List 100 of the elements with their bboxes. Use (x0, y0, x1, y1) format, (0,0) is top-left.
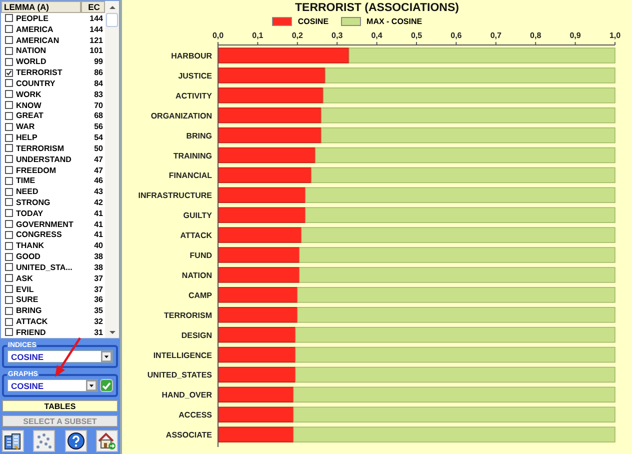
ec-count: 84 (93, 78, 104, 88)
lemma-label: UNITED_STA... (16, 262, 74, 272)
lemma-label: WAR (16, 122, 36, 132)
checkbox[interactable] (5, 306, 13, 315)
checkbox[interactable] (5, 220, 13, 228)
lemma-label: THANK (16, 241, 45, 250)
help-icon (66, 432, 85, 450)
ec-count: 40 (93, 241, 104, 250)
dropdown-arrow-icon[interactable] (101, 351, 112, 362)
lemma-label: HELP (16, 133, 38, 142)
scatter-button[interactable] (33, 430, 56, 452)
checkbox[interactable] (5, 79, 13, 88)
checkbox[interactable] (5, 46, 13, 55)
checkbox[interactable] (5, 14, 13, 22)
checkbox[interactable] (5, 122, 13, 131)
checkbox[interactable] (5, 242, 13, 250)
axis-tick-label: 0,0 (212, 31, 224, 40)
column-header[interactable]: LEMMA (A) (1, 1, 81, 13)
category-label: ASSOCIATE (166, 430, 212, 440)
ec-count: 144 (88, 14, 104, 23)
ec-count: 32 (93, 317, 104, 326)
checkbox[interactable] (5, 296, 13, 304)
lemma-label: TODAY (16, 208, 44, 218)
scatter-icon (35, 432, 54, 450)
category-label: FINANCIAL (168, 171, 212, 180)
ec-count: 38 (93, 262, 104, 272)
checkbox[interactable] (5, 144, 13, 152)
ec-count: 43 (93, 187, 104, 196)
legend-label: MAX - COSINE (366, 17, 422, 26)
checkbox[interactable] (5, 188, 13, 196)
home-icon (98, 432, 116, 450)
checkbox[interactable] (5, 36, 13, 44)
ec-count: 42 (93, 198, 104, 207)
ec-count: 68 (93, 111, 104, 120)
lemma-label: KNOW (16, 100, 42, 110)
axis-tick-label: 0,2 (292, 31, 303, 40)
axis-tick-label: 0,3 (332, 31, 343, 40)
ec-count: 121 (88, 36, 104, 45)
scrollbar[interactable] (105, 1, 119, 338)
lemma-label: FREEDOM (16, 166, 57, 174)
category-label: ATTACK (180, 231, 212, 240)
checkbox[interactable] (5, 134, 13, 142)
report-button[interactable] (2, 430, 24, 452)
checkbox[interactable] (5, 274, 13, 282)
ec-count: 38 (93, 252, 104, 262)
lemma-label: TERRORISM (16, 144, 65, 153)
ec-count: 83 (93, 90, 104, 99)
axis-tick-label: 0,1 (252, 31, 264, 40)
action-button[interactable]: TABLES (2, 400, 118, 412)
axis-tick-label: 0,5 (410, 31, 422, 40)
axis-tick-label: 0,8 (530, 31, 542, 40)
checkbox[interactable] (5, 112, 13, 120)
lemma-label: ASK (16, 274, 34, 283)
category-label: CAMP (188, 290, 212, 300)
lemma-label: ATTACK (16, 317, 49, 326)
checkbox[interactable] (5, 328, 13, 336)
checkbox[interactable] (5, 58, 13, 66)
check-icon (102, 381, 111, 390)
lemma-label: NATION (16, 46, 48, 56)
lemma-label: TIME (16, 176, 36, 186)
checkbox[interactable] (5, 318, 13, 326)
annotation-arrow (52, 336, 82, 378)
checkbox[interactable] (5, 68, 13, 77)
category-label: TERRORISM (164, 310, 212, 320)
checkbox[interactable] (5, 252, 13, 261)
lemma-label: AMERICA (16, 24, 54, 34)
category-label: TRAINING (173, 151, 212, 160)
axis-tick-label: 0,6 (450, 31, 462, 40)
ec-count: 41 (93, 220, 104, 229)
dropdown-arrow-icon[interactable] (86, 380, 97, 391)
chart-title: TERRORIST (ASSOCIATIONS) (295, 2, 459, 14)
ec-count: 37 (93, 274, 104, 283)
category-label: HARBOUR (171, 52, 212, 60)
checkbox[interactable] (5, 209, 13, 218)
checkbox[interactable] (5, 101, 13, 110)
checkbox[interactable] (5, 285, 13, 294)
ec-count: 50 (93, 144, 104, 153)
checkbox[interactable] (5, 155, 13, 164)
lemma-label: FRIEND (16, 328, 47, 337)
lemma-label: STRONG (16, 198, 52, 207)
checkbox[interactable] (5, 263, 13, 272)
category-label: ACCESS (178, 410, 212, 420)
category-label: UNITED_STATES (147, 370, 212, 380)
checkbox[interactable] (5, 176, 13, 185)
checkbox[interactable] (5, 90, 13, 98)
dropdown[interactable]: COSINE (7, 350, 113, 363)
checkbox[interactable] (5, 25, 13, 34)
ec-count: 37 (93, 284, 104, 294)
dropdown[interactable]: COSINE (7, 379, 98, 392)
checkbox[interactable] (5, 230, 13, 239)
lemma-label: CONGRESS (16, 230, 63, 240)
scroll-thumb[interactable] (106, 13, 118, 27)
checkbox[interactable] (5, 166, 13, 174)
document-icon (4, 432, 22, 450)
help-button[interactable] (64, 430, 87, 452)
axis-tick-label: 1,0 (609, 31, 621, 40)
checkbox[interactable] (5, 198, 13, 206)
ec-count: 35 (93, 306, 104, 316)
home-button[interactable] (96, 430, 118, 452)
column-header[interactable]: EC (81, 1, 105, 13)
